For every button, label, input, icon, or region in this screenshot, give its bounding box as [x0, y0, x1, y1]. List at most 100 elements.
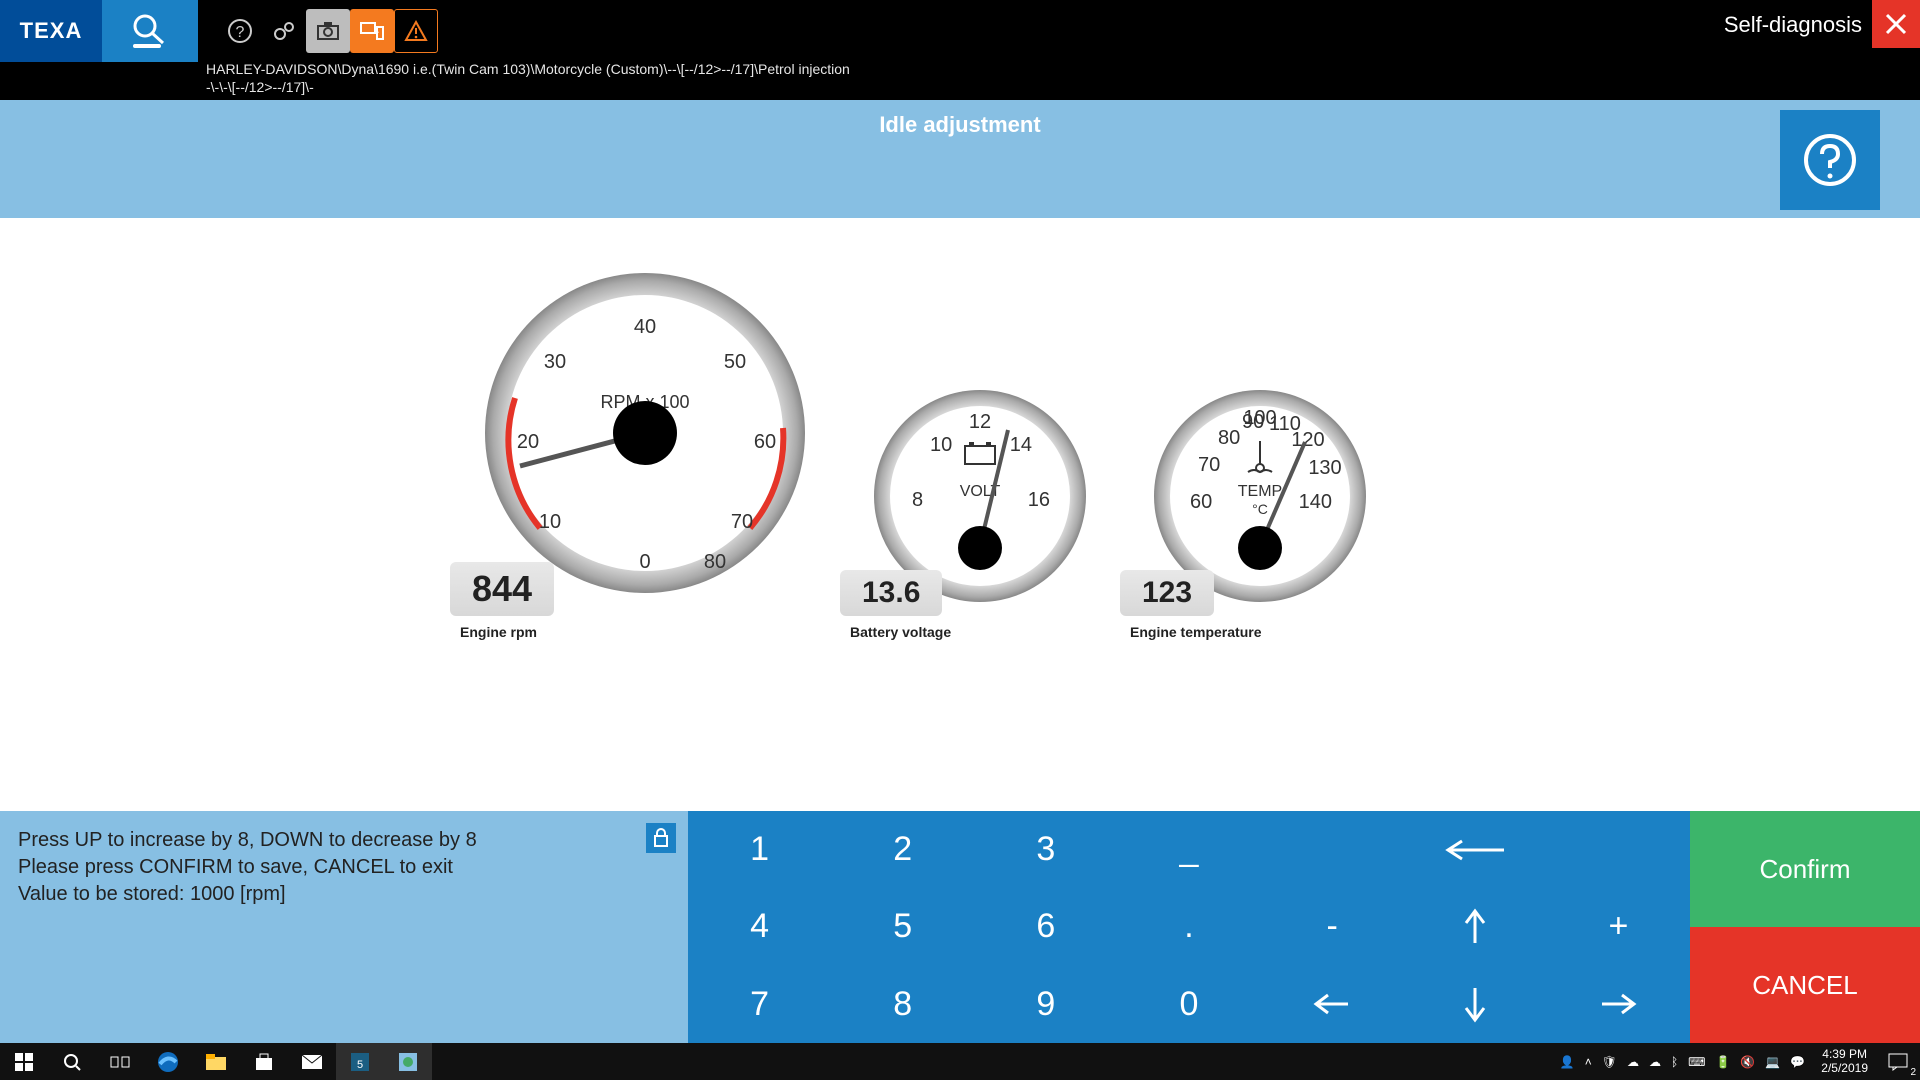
key-down[interactable]: [1404, 966, 1547, 1043]
gauge-voltage: 8 10 12 14 16 VOLT 13.6 Battery voltage: [870, 386, 1090, 640]
key-dot[interactable]: .: [1117, 888, 1260, 965]
help-button[interactable]: [1780, 110, 1880, 210]
key-7[interactable]: 7: [688, 966, 831, 1043]
tray-keyboard-icon[interactable]: ⌨: [1688, 1055, 1705, 1069]
key-backspace[interactable]: [1261, 811, 1690, 888]
taskbar-date: 2/5/2019: [1821, 1062, 1868, 1075]
start-button[interactable]: [0, 1043, 48, 1080]
gauge-temperature: 60 70 80 90 100 110 120 130 140 TEM: [1150, 386, 1370, 640]
breadcrumb-line2: -\-\-\[--/12>--/17]\-: [206, 78, 850, 96]
gauge-temp-unit: TEMP: [1238, 483, 1282, 500]
key-6[interactable]: 6: [974, 888, 1117, 965]
close-button[interactable]: [1872, 0, 1920, 48]
svg-text:14: 14: [1010, 434, 1032, 456]
tray-chevron-up-icon[interactable]: ˄: [1585, 1055, 1592, 1069]
key-up[interactable]: [1404, 888, 1547, 965]
key-5[interactable]: 5: [831, 888, 974, 965]
connected-vehicle-icon[interactable]: [350, 9, 394, 53]
svg-text:130: 130: [1308, 457, 1341, 479]
windows-taskbar: 5 👤 ˄ 🛡 ☁ ☁ ᛒ ⌨ 🔋 🔇 💻 💬 4:39 PM 2/5/2019…: [0, 1043, 1920, 1080]
tray-bluetooth-icon[interactable]: ᛒ: [1671, 1055, 1678, 1069]
tray-security-icon[interactable]: 🛡: [1602, 1055, 1617, 1069]
svg-text:140: 140: [1299, 491, 1332, 513]
gauge-panel: 0 10 20 30 40 50 60 70 80 RPM x 100 844: [0, 218, 1920, 811]
gauge-volt-label: Battery voltage: [850, 624, 951, 640]
title-bar: TEXA ? HARLEY-: [0, 0, 1920, 100]
svg-text:80: 80: [1218, 427, 1240, 449]
breadcrumb: HARLEY-DAVIDSON\Dyna\1690 i.e.(Twin Cam …: [206, 60, 850, 96]
page-banner: Idle adjustment: [0, 100, 1920, 218]
gauge-temp-value: 123: [1120, 570, 1214, 616]
taskbar-time: 4:39 PM: [1822, 1048, 1867, 1061]
tray-people-icon[interactable]: 👤: [1560, 1055, 1575, 1069]
svg-text:10: 10: [539, 511, 561, 533]
mode-label: Self-diagnosis: [1724, 0, 1872, 38]
page-title: Idle adjustment: [879, 112, 1040, 138]
key-8[interactable]: 8: [831, 966, 974, 1043]
taskbar-app-idc5[interactable]: 5: [336, 1043, 384, 1080]
taskbar-clock[interactable]: 4:39 PM 2/5/2019: [1813, 1043, 1876, 1080]
instruction-line-3: Value to be stored: 1000 [rpm]: [18, 881, 670, 908]
svg-text:60: 60: [1190, 491, 1212, 513]
action-center-icon[interactable]: 2: [1876, 1043, 1920, 1080]
svg-text:70: 70: [1198, 454, 1220, 476]
svg-text:60: 60: [754, 431, 776, 453]
key-4[interactable]: 4: [688, 888, 831, 965]
svg-text:20: 20: [517, 431, 539, 453]
search-icon[interactable]: [48, 1043, 96, 1080]
taskbar-app-mail[interactable]: [288, 1043, 336, 1080]
key-left[interactable]: [1261, 966, 1404, 1043]
tray-battery-icon[interactable]: 🔋: [1715, 1055, 1730, 1069]
cancel-button[interactable]: CANCEL: [1690, 927, 1920, 1043]
vehicle-search-button[interactable]: [102, 0, 198, 62]
notification-count: 2: [1910, 1067, 1916, 1078]
key-2[interactable]: 2: [831, 811, 974, 888]
taskbar-app-texa[interactable]: [384, 1043, 432, 1080]
settings-icon[interactable]: [262, 9, 306, 53]
brand-logo: TEXA: [0, 0, 102, 62]
gauge-rpm-label: Engine rpm: [460, 624, 537, 640]
taskbar-app-store[interactable]: [240, 1043, 288, 1080]
svg-text:120: 120: [1291, 429, 1324, 451]
tray-messages-icon[interactable]: 💬: [1790, 1055, 1805, 1069]
key-plus[interactable]: +: [1547, 888, 1690, 965]
system-tray[interactable]: 👤 ˄ 🛡 ☁ ☁ ᛒ ⌨ 🔋 🔇 💻 💬: [1552, 1043, 1814, 1080]
gauge-temp-unit2: °C: [1252, 501, 1268, 517]
instruction-panel: Press UP to increase by 8, DOWN to decre…: [0, 811, 688, 1043]
key-right[interactable]: [1547, 966, 1690, 1043]
help-icon[interactable]: ?: [218, 9, 262, 53]
key-minus[interactable]: -: [1261, 888, 1404, 965]
svg-text:50: 50: [724, 351, 746, 373]
gauge-rpm-value: 844: [450, 562, 554, 616]
svg-text:70: 70: [731, 511, 753, 533]
lock-button[interactable]: [646, 823, 676, 853]
tray-cloud-icon[interactable]: ☁: [1627, 1055, 1639, 1069]
svg-text:12: 12: [969, 411, 991, 433]
key-1[interactable]: 1: [688, 811, 831, 888]
tray-volume-icon[interactable]: 🔇: [1740, 1055, 1755, 1069]
confirm-button[interactable]: Confirm: [1690, 811, 1920, 927]
instruction-line-1: Press UP to increase by 8, DOWN to decre…: [18, 827, 670, 854]
svg-text:?: ?: [236, 24, 245, 41]
tray-onedrive-icon[interactable]: ☁: [1649, 1055, 1661, 1069]
key-0[interactable]: 0: [1117, 966, 1260, 1043]
svg-text:5: 5: [357, 1059, 363, 1071]
svg-text:0: 0: [639, 551, 650, 573]
gauge-temp-label: Engine temperature: [1130, 624, 1261, 640]
key-9[interactable]: 9: [974, 966, 1117, 1043]
gauge-volt-value: 13.6: [840, 570, 942, 616]
key-underscore[interactable]: _: [1117, 811, 1260, 888]
svg-text:40: 40: [634, 316, 656, 338]
warning-icon[interactable]: [394, 9, 438, 53]
key-3[interactable]: 3: [974, 811, 1117, 888]
screenshot-icon[interactable]: [306, 9, 350, 53]
svg-text:80: 80: [704, 551, 726, 573]
svg-text:8: 8: [912, 489, 923, 511]
gauge-rpm: 0 10 20 30 40 50 60 70 80 RPM x 100 844: [480, 268, 810, 640]
taskbar-app-explorer[interactable]: [192, 1043, 240, 1080]
instruction-line-2: Please press CONFIRM to save, CANCEL to …: [18, 854, 670, 881]
taskbar-app-edge[interactable]: [144, 1043, 192, 1080]
numeric-keypad: 1 2 3 _ 4 5 6 . - + 7 8 9 0: [688, 811, 1690, 1043]
tray-network-icon[interactable]: 💻: [1765, 1055, 1780, 1069]
task-view-icon[interactable]: [96, 1043, 144, 1080]
